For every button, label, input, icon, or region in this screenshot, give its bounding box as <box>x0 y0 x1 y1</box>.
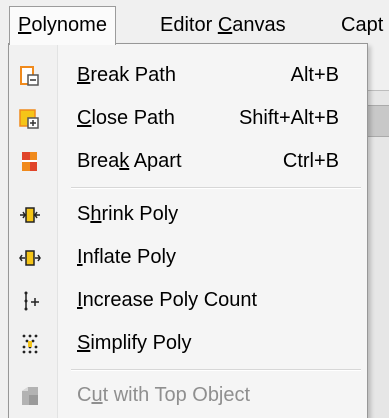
menu-item-label: Close Path <box>77 98 175 138</box>
menu-separator <box>71 369 361 371</box>
label-text-a: S <box>77 203 91 225</box>
menu-capt-partial[interactable]: Capt <box>333 8 389 44</box>
menu-polynome-text-b: olynome <box>31 14 107 36</box>
menu-item-label: Cut with Top Object <box>77 375 250 415</box>
menu-item-label: Break Path <box>77 55 176 95</box>
menu-capt-text: Capt <box>341 14 384 36</box>
menu-item-break-path[interactable]: Break Path Alt+B <box>9 55 367 95</box>
simplify-poly-icon <box>19 333 41 355</box>
label-mnemonic: S <box>77 332 91 354</box>
background-panel <box>366 90 389 418</box>
menu-item-shortcut: Shift+Alt+B <box>238 107 339 129</box>
break-apart-icon <box>19 151 41 173</box>
menu-editor-canvas-text-a: Editor <box>160 14 218 36</box>
label-text-a: C <box>77 384 92 406</box>
label-mnemonic: k <box>119 150 130 172</box>
background-panel-bar <box>366 105 389 137</box>
menu-polynome[interactable]: Polynome <box>9 6 116 45</box>
close-path-icon <box>19 108 41 130</box>
inflate-poly-icon <box>19 247 41 269</box>
break-path-icon <box>19 65 41 87</box>
label-mnemonic: u <box>91 384 103 406</box>
menu-item-inflate-poly[interactable]: Inflate Poly <box>9 237 367 277</box>
menu-item-cut-with-top-object[interactable]: Cut with Top Object <box>9 375 367 415</box>
menu-item-label: Break Apart <box>77 141 182 181</box>
label-text-b: t with Top Object <box>102 384 251 406</box>
menu-editor-canvas-mnemonic: C <box>217 14 233 36</box>
menu-item-label: Increase Poly Count <box>77 280 257 320</box>
label-mnemonic: C <box>77 107 92 129</box>
increase-poly-count-icon <box>19 290 41 312</box>
menu-item-shortcut: Ctrl+B <box>282 150 339 172</box>
menu-item-shortcut: Alt+B <box>290 64 339 86</box>
label-text-b: nflate Poly <box>82 246 176 268</box>
label-text-a: Brea <box>77 150 120 172</box>
menu-separator <box>71 187 361 189</box>
menu-polynome-mnemonic: P <box>18 14 32 36</box>
menu-editor-canvas-text-b: anvas <box>232 14 286 36</box>
label-text-b: lose Path <box>91 107 175 129</box>
menu-item-break-apart[interactable]: Break Apart Ctrl+B <box>9 141 367 181</box>
label-mnemonic: h <box>90 203 102 225</box>
menu-item-label: Shrink Poly <box>77 194 178 234</box>
label-text-b: rink Poly <box>101 203 179 225</box>
label-mnemonic: B <box>77 64 91 86</box>
label-text-b: implify Poly <box>90 332 192 354</box>
menu-item-label: Inflate Poly <box>77 237 176 277</box>
menu-item-increase-poly-count[interactable]: Increase Poly Count <box>9 280 367 320</box>
label-text-b: reak Path <box>90 64 176 86</box>
label-text-b: Apart <box>129 150 182 172</box>
shrink-poly-icon <box>19 204 41 226</box>
menu-item-shrink-poly[interactable]: Shrink Poly <box>9 194 367 234</box>
menu-item-label: Simplify Poly <box>77 323 191 363</box>
label-text-b: ncrease Poly Count <box>82 289 258 311</box>
menubar: Polynome Editor Canvas Capt <box>0 0 389 45</box>
cut-with-top-object-icon <box>19 385 41 407</box>
menu-editor-canvas[interactable]: Editor Canvas <box>152 8 294 44</box>
polynome-dropdown-menu: Break Path Alt+B Close Path Shift+Alt+B <box>8 43 368 418</box>
menu-item-close-path[interactable]: Close Path Shift+Alt+B <box>9 98 367 138</box>
menu-item-simplify-poly[interactable]: Simplify Poly <box>9 323 367 363</box>
